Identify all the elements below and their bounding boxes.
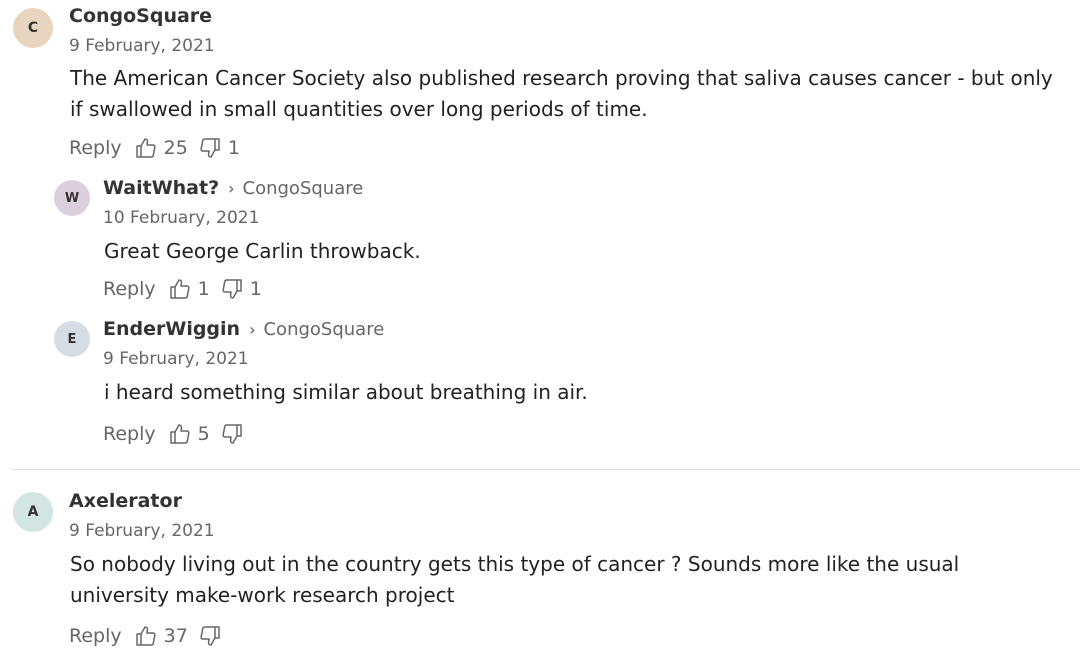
chevron-right-icon: › bbox=[249, 319, 256, 339]
upvote-button[interactable]: 25 bbox=[134, 136, 188, 160]
comment-date: 9 February, 2021 bbox=[69, 521, 215, 541]
upvote-count: 5 bbox=[197, 423, 210, 445]
comment-body: i heard something similar about breathin… bbox=[104, 380, 588, 404]
thumbs-up-icon bbox=[169, 424, 190, 444]
thumbs-up-icon bbox=[169, 279, 190, 299]
upvote-count: 25 bbox=[163, 137, 188, 159]
avatar-initial: C bbox=[27, 20, 39, 36]
upvote-button[interactable]: 5 bbox=[168, 422, 210, 446]
downvote-count: 1 bbox=[227, 137, 240, 159]
author-line: EnderWiggin › CongoSquare bbox=[103, 318, 384, 340]
downvote-button[interactable] bbox=[198, 624, 228, 648]
author-name[interactable]: CongoSquare bbox=[69, 5, 212, 27]
reply-button[interactable]: Reply bbox=[69, 137, 122, 159]
author-line: CongoSquare bbox=[69, 5, 212, 27]
comment-date: 9 February, 2021 bbox=[103, 349, 249, 369]
author-name[interactable]: Axelerator bbox=[69, 490, 182, 512]
comment-actions: Reply 37 bbox=[69, 624, 238, 648]
avatar[interactable]: E bbox=[54, 321, 90, 357]
reply-to-name[interactable]: CongoSquare bbox=[263, 319, 384, 340]
upvote-count: 1 bbox=[197, 278, 210, 300]
thread-divider bbox=[12, 469, 1080, 470]
upvote-button[interactable]: 1 bbox=[168, 277, 210, 301]
avatar-initial: E bbox=[67, 331, 77, 347]
author-name[interactable]: EnderWiggin bbox=[103, 318, 240, 340]
downvote-button[interactable] bbox=[220, 422, 250, 446]
chevron-right-icon: › bbox=[228, 178, 235, 198]
comment-date: 9 February, 2021 bbox=[69, 36, 215, 56]
comment-body: The American Cancer Society also publish… bbox=[70, 66, 1053, 121]
avatar-initial: W bbox=[64, 190, 80, 206]
comment-body: Great George Carlin throwback. bbox=[104, 239, 421, 263]
avatar[interactable]: A bbox=[13, 492, 53, 532]
thumbs-down-icon bbox=[200, 626, 220, 646]
thumbs-down-icon bbox=[222, 279, 242, 299]
upvote-count: 37 bbox=[163, 625, 188, 647]
thumbs-up-icon bbox=[135, 626, 156, 646]
avatar[interactable]: W bbox=[54, 180, 90, 216]
comment-actions: Reply 5 bbox=[103, 422, 260, 446]
reply-button[interactable]: Reply bbox=[103, 423, 156, 445]
avatar[interactable]: C bbox=[13, 8, 53, 48]
avatar-initial: A bbox=[27, 504, 39, 520]
comment-actions: Reply 1 1 bbox=[103, 277, 272, 301]
thumbs-up-icon bbox=[135, 138, 156, 158]
thumbs-down-icon bbox=[200, 138, 220, 158]
downvote-button[interactable]: 1 bbox=[220, 277, 262, 301]
reply-button[interactable]: Reply bbox=[69, 625, 122, 647]
author-name[interactable]: WaitWhat? bbox=[103, 177, 219, 199]
thumbs-down-icon bbox=[222, 424, 242, 444]
author-line: Axelerator bbox=[69, 490, 182, 512]
comment-date: 10 February, 2021 bbox=[103, 208, 260, 228]
reply-button[interactable]: Reply bbox=[103, 278, 156, 300]
reply-to-name[interactable]: CongoSquare bbox=[243, 178, 364, 199]
downvote-button[interactable]: 1 bbox=[198, 136, 240, 160]
upvote-button[interactable]: 37 bbox=[134, 624, 188, 648]
comment-actions: Reply 25 1 bbox=[69, 136, 250, 160]
comment-body: So nobody living out in the country gets… bbox=[70, 552, 960, 607]
author-line: WaitWhat? › CongoSquare bbox=[103, 177, 363, 199]
downvote-count: 1 bbox=[249, 278, 262, 300]
